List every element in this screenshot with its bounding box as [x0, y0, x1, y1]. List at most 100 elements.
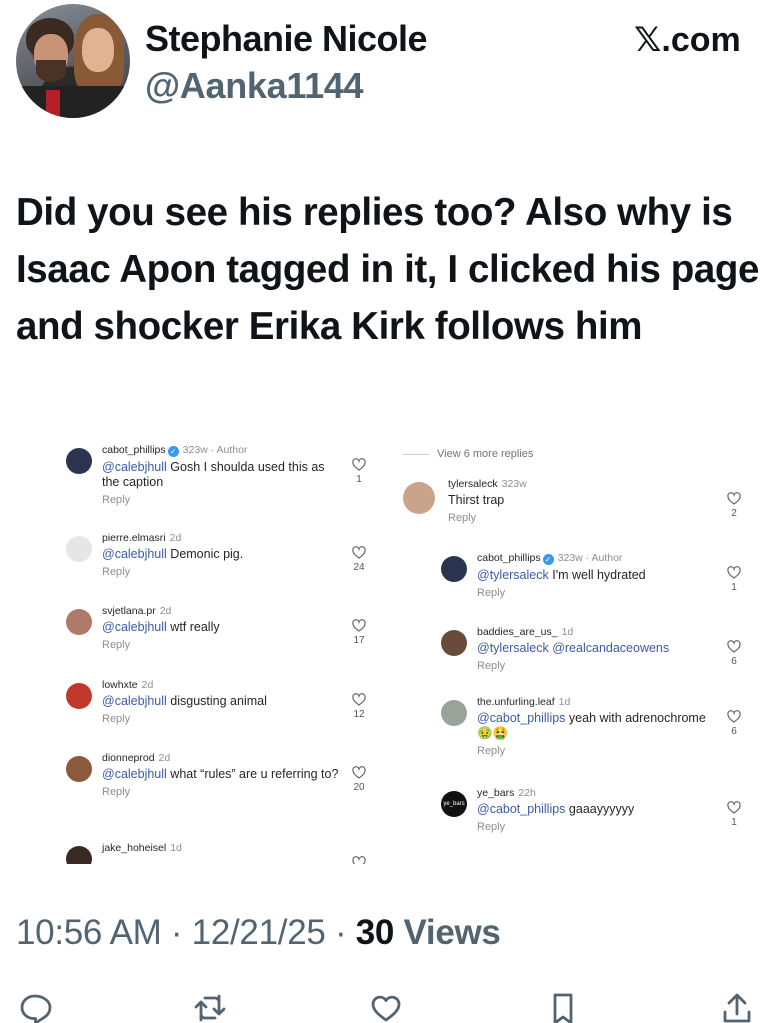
- comment-like[interactable]: 12: [352, 693, 366, 720]
- heart-icon[interactable]: [352, 766, 366, 779]
- heart-icon[interactable]: [352, 458, 366, 471]
- author-handle[interactable]: @Aanka1144: [145, 65, 364, 107]
- mention-link[interactable]: @tylersaleck: [477, 568, 549, 582]
- heart-icon[interactable]: [727, 566, 741, 579]
- comment-username: dionneprod 2d: [102, 752, 344, 764]
- comment-body: pierre.elmasri 2d @calebjhull Demonic pig.…: [102, 532, 344, 578]
- comment-body: cabot_phillips ✓ 323w · Author @tylersaleck…: [477, 552, 717, 599]
- mention-link[interactable]: @calebjhull: [102, 547, 167, 561]
- reply-link[interactable]: Reply: [477, 821, 717, 833]
- commenter-avatar[interactable]: [441, 700, 467, 726]
- like-count: 1: [731, 817, 737, 828]
- username[interactable]: cabot_phillips: [477, 552, 541, 564]
- commenter-avatar[interactable]: [66, 536, 92, 562]
- mention-link[interactable]: @calebjhull: [102, 620, 167, 634]
- comment-content: I'm well hydrated: [548, 568, 646, 582]
- comment-like[interactable]: 2: [727, 492, 741, 519]
- reply-link[interactable]: Reply: [102, 639, 344, 651]
- mention-link[interactable]: @cabot_phillips: [477, 802, 565, 816]
- x-logo-icon: 𝕏: [634, 20, 662, 60]
- comment-body: tylersaleck 323w Thirst trap Reply: [448, 478, 722, 524]
- reply-link[interactable]: Reply: [477, 660, 717, 672]
- comment-like[interactable]: 6: [727, 640, 741, 667]
- username[interactable]: dionneprod: [102, 752, 155, 764]
- commenter-avatar[interactable]: [66, 756, 92, 782]
- comment-meta: 323w · Author: [557, 552, 623, 564]
- commenter-avatar[interactable]: [66, 609, 92, 635]
- username[interactable]: cabot_phillips: [102, 444, 166, 456]
- mention-link[interactable]: @calebjhull: [102, 767, 167, 781]
- reply-link[interactable]: Reply: [102, 786, 344, 798]
- heart-icon[interactable]: [727, 492, 741, 505]
- username[interactable]: baddies_are_us_: [477, 626, 558, 638]
- comment-like[interactable]: 6: [727, 710, 741, 737]
- comment-username: pierre.elmasri 2d: [102, 532, 344, 544]
- comment-username: svjetlana.pr 2d: [102, 605, 344, 617]
- comment-meta: 1d: [561, 626, 574, 638]
- comment-like[interactable]: 1: [352, 458, 366, 485]
- username[interactable]: svjetlana.pr: [102, 605, 156, 617]
- comment-like[interactable]: 1: [727, 801, 741, 828]
- comment-body: dionneprod 2d @calebjhull what “rules” are…: [102, 752, 344, 798]
- reply-link[interactable]: Reply: [448, 512, 722, 524]
- heart-icon[interactable]: [352, 693, 366, 706]
- comment-body: cabot_phillips ✓ 323w · Author @calebjhull …: [102, 444, 344, 506]
- commenter-avatar[interactable]: [66, 846, 92, 864]
- comment-meta: 2d: [141, 679, 154, 691]
- username[interactable]: the.unfurling.leaf: [477, 696, 555, 708]
- bookmark-icon[interactable]: [546, 992, 580, 1023]
- comment-like[interactable]: 1: [727, 566, 741, 593]
- like-count: 24: [353, 562, 365, 573]
- reply-icon[interactable]: [18, 992, 52, 1023]
- reply-link[interactable]: Reply: [102, 566, 344, 578]
- comment-text: @calebjhull Gosh I shoulda used this as …: [102, 460, 344, 490]
- mention-link[interactable]: @calebjhull: [102, 460, 167, 474]
- commenter-avatar[interactable]: [403, 482, 435, 514]
- comment-like[interactable]: 17: [352, 619, 366, 646]
- like-count: 1: [731, 582, 737, 593]
- like-count: 20: [353, 782, 365, 793]
- mention-link[interactable]: @tylersaleck @realcandaceowens: [477, 641, 669, 655]
- username[interactable]: lowhxte: [102, 679, 138, 691]
- like-count: 12: [353, 709, 365, 720]
- comment-like[interactable]: 24: [352, 546, 366, 573]
- username[interactable]: ye_bars: [477, 787, 514, 799]
- mention-link[interactable]: @cabot_phillips: [477, 711, 565, 725]
- mention-link[interactable]: @calebjhull: [102, 694, 167, 708]
- heart-icon[interactable]: [352, 619, 366, 632]
- comment-like[interactable]: [352, 856, 366, 864]
- repost-icon[interactable]: [193, 992, 227, 1023]
- commenter-avatar[interactable]: [441, 556, 467, 582]
- reply-link[interactable]: Reply: [102, 494, 344, 506]
- like-icon[interactable]: [369, 992, 403, 1023]
- embedded-comments-screenshot[interactable]: cabot_phillips ✓ 323w · Author @calebjhull …: [60, 438, 750, 864]
- comment-content: gaaayyyyyy: [565, 802, 635, 816]
- comment-text: @calebjhull disgusting animal: [102, 694, 344, 709]
- author-avatar[interactable]: [16, 4, 130, 118]
- post-text: Did you see his replies too? Also why is…: [16, 191, 760, 348]
- comment-body: baddies_are_us_ 1d @tylersaleck @realcanda…: [477, 626, 717, 672]
- heart-icon[interactable]: [727, 640, 741, 653]
- share-icon[interactable]: [720, 992, 754, 1023]
- username[interactable]: tylersaleck: [448, 478, 498, 490]
- username[interactable]: jake_hoheisel: [102, 842, 166, 854]
- action-bar: [0, 988, 775, 1023]
- heart-icon[interactable]: [727, 710, 741, 723]
- author-display-name[interactable]: Stephanie Nicole: [145, 18, 428, 60]
- heart-icon[interactable]: [352, 546, 366, 559]
- comment-text: @calebjhull Demonic pig.: [102, 547, 344, 562]
- commenter-avatar[interactable]: [441, 630, 467, 656]
- reply-link[interactable]: Reply: [477, 587, 717, 599]
- heart-icon[interactable]: [727, 801, 741, 814]
- username[interactable]: pierre.elmasri: [102, 532, 166, 544]
- commenter-avatar[interactable]: ye_bars: [441, 791, 467, 817]
- reply-link[interactable]: Reply: [477, 745, 717, 757]
- commenter-avatar[interactable]: [66, 448, 92, 474]
- reply-link[interactable]: Reply: [102, 713, 344, 725]
- time-date[interactable]: 10:56 AM · 12/21/25 ·: [16, 913, 356, 952]
- comment-meta: 2d: [159, 605, 172, 617]
- comment-body: ye_bars 22h @cabot_phillips gaaayyyyyy Repl…: [477, 787, 717, 833]
- comment-like[interactable]: 20: [352, 766, 366, 793]
- heart-icon[interactable]: [352, 856, 366, 864]
- commenter-avatar[interactable]: [66, 683, 92, 709]
